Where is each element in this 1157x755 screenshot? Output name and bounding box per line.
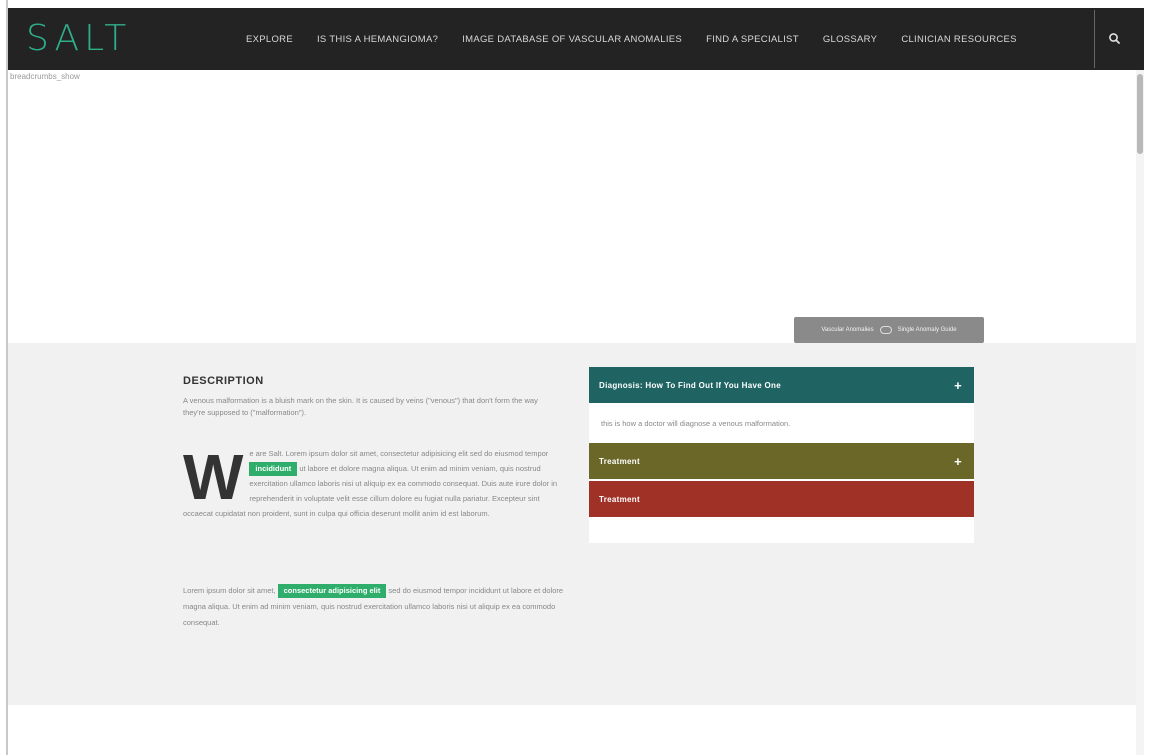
description-section: DESCRIPTION A venous malformation is a b… <box>8 343 1144 705</box>
salt-logo[interactable]: SALT <box>26 18 131 59</box>
scrollbar-thumb[interactable] <box>1137 74 1143 154</box>
toggle-right-label: Single Anomaly Guide <box>897 327 957 333</box>
highlight-tag-consectetur[interactable]: consectetur adipisicing elit <box>277 584 387 598</box>
main-nav: EXPLORE IS THIS A HEMANGIOMA? IMAGE DATA… <box>246 8 1041 70</box>
accordion-diagnosis-header[interactable]: Diagnosis: How To Find Out If You Have O… <box>589 367 974 403</box>
window-top-edge <box>0 0 1157 8</box>
nav-divider <box>1094 10 1095 68</box>
window-left-edge <box>0 0 8 755</box>
accordion-treatment-title-2: Treatment <box>599 494 640 504</box>
nav-glossary[interactable]: GLOSSARY <box>823 34 878 45</box>
accordion-treatment-header[interactable]: Treatment + <box>589 443 974 479</box>
accordion-diagnosis-body: this is how a doctor will diagnose a ven… <box>601 418 791 428</box>
browser-viewport: SALT EXPLORE IS THIS A HEMANGIOMA? IMAGE… <box>8 8 1144 755</box>
toggle-switch[interactable] <box>879 326 892 334</box>
top-navbar: SALT EXPLORE IS THIS A HEMANGIOMA? IMAGE… <box>8 8 1144 70</box>
description-paragraph-2: Lorem ipsum dolor sit amet, consectetur … <box>183 583 573 631</box>
accordion-diagnosis-title: Diagnosis: How To Find Out If You Have O… <box>599 380 781 390</box>
info-accordion: Diagnosis: How To Find Out If You Have O… <box>589 367 974 543</box>
plus-icon[interactable]: + <box>954 378 962 393</box>
body-text-2a: Lorem ipsum dolor sit amet, <box>183 586 278 595</box>
accordion-treatment-title: Treatment <box>599 456 640 466</box>
plus-icon[interactable]: + <box>954 454 962 469</box>
nav-explore[interactable]: EXPLORE <box>246 34 293 45</box>
nav-is-this-a-hemangioma[interactable]: IS THIS A HEMANGIOMA? <box>317 34 438 45</box>
toggle-left-label: Vascular Anomalies <box>821 327 874 333</box>
nav-find-a-specialist[interactable]: FIND A SPECIALIST <box>706 34 799 45</box>
description-body: We are Salt. Lorem ipsum dolor sit amet,… <box>183 441 568 521</box>
description-intro: A venous malformation is a bluish mark o… <box>183 396 538 417</box>
accordion-treatment-header-active[interactable]: Treatment <box>589 481 974 517</box>
highlight-tag-incididunt[interactable]: incididunt <box>249 462 298 476</box>
vertical-scrollbar[interactable] <box>1136 70 1144 755</box>
view-toggle[interactable]: Vascular Anomalies Single Anomaly Guide <box>794 317 984 343</box>
nav-image-database[interactable]: IMAGE DATABASE OF VASCULAR ANOMALIES <box>462 34 682 45</box>
nav-clinician-resources[interactable]: CLINICIAN RESOURCES <box>901 34 1017 45</box>
body-text-1a: e are Salt. Lorem ipsum dolor sit amet, … <box>249 449 549 458</box>
search-icon[interactable] <box>1106 30 1124 48</box>
description-heading: DESCRIPTION <box>183 375 264 387</box>
breadcrumbs: breadcrumbs_show <box>10 72 80 81</box>
dropcap: W <box>183 441 244 513</box>
